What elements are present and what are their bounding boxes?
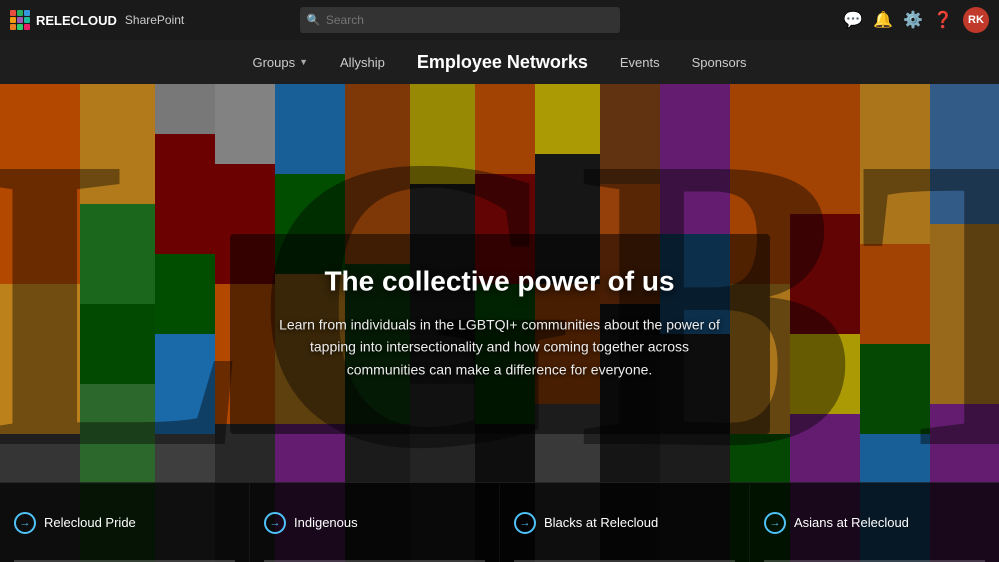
hero-subtitle: Learn from individuals in the LGBTQI+ co…: [270, 313, 730, 380]
search-icon: 🔍: [307, 14, 321, 27]
notifications-icon[interactable]: 🔔: [873, 10, 893, 30]
card-arrow-icon: →: [14, 512, 36, 534]
search-bar[interactable]: 🔍: [300, 7, 620, 33]
card-arrow-icon: →: [264, 512, 286, 534]
logo-area[interactable]: RELECLOUD: [10, 10, 117, 30]
card-asians-at-relecloud[interactable]: → Asians at Relecloud: [750, 482, 999, 562]
feedback-icon[interactable]: 💬: [843, 10, 863, 30]
hero-content: The collective power of us Learn from in…: [250, 245, 750, 400]
card-label: Indigenous: [294, 515, 358, 530]
nav-item-employee-networks[interactable]: Employee Networks: [417, 52, 588, 73]
card-label: Relecloud Pride: [44, 515, 136, 530]
app-logo: [10, 10, 30, 30]
card-label: Asians at Relecloud: [794, 515, 909, 530]
hero-section: LGBTQI+ The collective power of us Learn…: [0, 84, 999, 562]
card-arrow-icon: →: [764, 512, 786, 534]
hero-title: The collective power of us: [270, 265, 730, 297]
card-label: Blacks at Relecloud: [544, 515, 658, 530]
search-input[interactable]: [300, 7, 620, 33]
top-bar: RELECLOUD SharePoint 🔍 💬 🔔 ⚙️ ❓ RK: [0, 0, 999, 40]
cards-strip: → Relecloud Pride → Indigenous → Blacks …: [0, 482, 999, 562]
help-icon[interactable]: ❓: [933, 10, 953, 30]
card-blacks-at-relecloud[interactable]: → Blacks at Relecloud: [500, 482, 750, 562]
avatar[interactable]: RK: [963, 7, 989, 33]
nav-item-groups[interactable]: Groups ▼: [252, 55, 308, 70]
chevron-down-icon: ▼: [299, 57, 308, 67]
top-bar-actions: 💬 🔔 ⚙️ ❓ RK: [843, 7, 989, 33]
settings-icon[interactable]: ⚙️: [903, 10, 923, 30]
nav-item-events[interactable]: Events: [620, 55, 660, 70]
card-relecloud-pride[interactable]: → Relecloud Pride: [0, 482, 250, 562]
app-name: RELECLOUD: [36, 13, 117, 28]
nav-bar: Groups ▼ Allyship Employee Networks Even…: [0, 40, 999, 84]
nav-item-allyship[interactable]: Allyship: [340, 55, 385, 70]
card-indigenous[interactable]: → Indigenous: [250, 482, 500, 562]
card-arrow-icon: →: [514, 512, 536, 534]
platform-label: SharePoint: [125, 13, 184, 27]
nav-item-sponsors[interactable]: Sponsors: [692, 55, 747, 70]
